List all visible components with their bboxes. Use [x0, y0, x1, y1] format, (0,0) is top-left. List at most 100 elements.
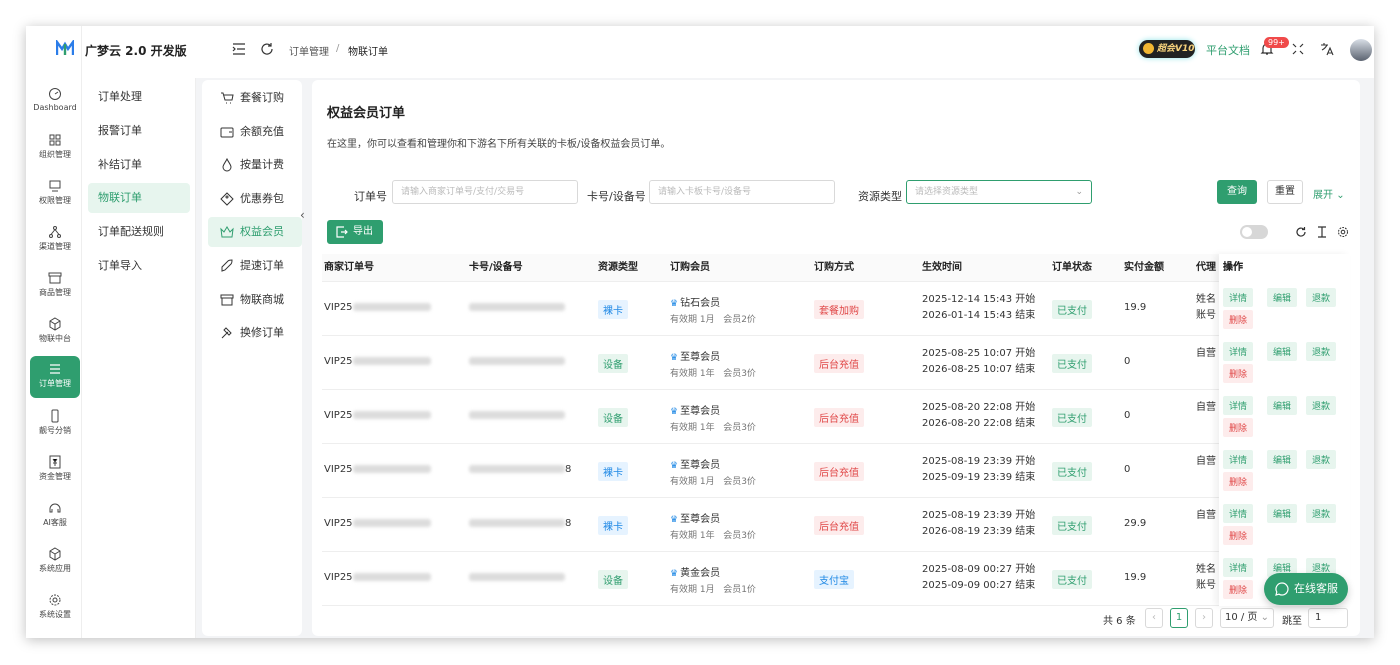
rail-item-2[interactable]: 组织管理: [30, 127, 80, 169]
refund-button[interactable]: 退款: [1306, 450, 1337, 469]
view-toggle-switch[interactable]: [1240, 225, 1268, 239]
page-size-select[interactable]: 10 / 页 ⌄: [1220, 608, 1274, 628]
effective-time-cell: 2025-12-14 15:43 开始 2026-01-14 15:43 结束: [922, 292, 1035, 324]
iot-menu-item-6[interactable]: 提速订单: [208, 251, 302, 281]
gauge-icon: [49, 88, 61, 100]
edit-button[interactable]: 编辑: [1267, 288, 1298, 307]
submenu-item-6[interactable]: 订单导入: [88, 251, 190, 281]
delete-button[interactable]: 删除: [1223, 418, 1254, 437]
edit-button[interactable]: 编辑: [1267, 396, 1298, 415]
user-avatar[interactable]: [1350, 39, 1372, 61]
detail-button[interactable]: 详情: [1223, 396, 1254, 415]
fullscreen-icon[interactable]: [1291, 42, 1305, 56]
agent-line-1: 姓名: [1196, 564, 1216, 575]
detail-button[interactable]: 详情: [1223, 288, 1254, 307]
delete-button[interactable]: 删除: [1223, 310, 1254, 329]
crown-icon: ♛: [670, 461, 679, 471]
card-number-cell: [469, 572, 565, 583]
iot-menu-item-3[interactable]: 按量计费: [208, 150, 302, 180]
iot-menu-item-label: 优惠券包: [240, 191, 284, 205]
rail-item-1[interactable]: Dashboard: [30, 81, 80, 123]
rail-item-3[interactable]: 权限管理: [30, 173, 80, 215]
rail-item-12[interactable]: 系统设置: [30, 587, 80, 629]
rail-item-7[interactable]: 订单管理: [30, 356, 80, 398]
detail-button[interactable]: 详情: [1223, 558, 1254, 577]
rail-item-8[interactable]: 靓号分销: [30, 403, 80, 445]
rail-item-11[interactable]: 系统应用: [30, 541, 80, 583]
menu-fold-icon[interactable]: [232, 42, 246, 56]
column-height-icon[interactable]: [1316, 226, 1328, 238]
member-name: 至尊会员: [680, 352, 721, 363]
edit-button[interactable]: 编辑: [1267, 342, 1298, 361]
refund-button[interactable]: 退款: [1306, 396, 1337, 415]
edit-button[interactable]: 编辑: [1267, 504, 1298, 523]
iot-menu-item-1[interactable]: 套餐订购: [208, 83, 302, 113]
page-number-button[interactable]: 1: [1170, 608, 1188, 628]
refund-button[interactable]: 退款: [1306, 288, 1337, 307]
column-header-3: 资源类型: [598, 262, 638, 273]
resource-type-tag: 设备: [598, 354, 628, 373]
submenu-item-1[interactable]: 订单处理: [88, 82, 190, 112]
jump-page-input[interactable]: 1: [1308, 608, 1348, 628]
refund-button[interactable]: 退款: [1306, 504, 1337, 523]
jump-label: 跳至: [1282, 616, 1302, 627]
iot-menu-item-2[interactable]: 余额充值: [208, 117, 302, 147]
rail-item-4[interactable]: 渠道管理: [30, 219, 80, 261]
detail-button[interactable]: 详情: [1223, 450, 1254, 469]
vip-level-badge[interactable]: 超会V10: [1139, 40, 1195, 58]
refresh-icon[interactable]: [1295, 226, 1307, 238]
agent-line-1: 自营: [1196, 510, 1216, 521]
breadcrumb-parent[interactable]: 订单管理: [289, 43, 329, 58]
next-page-icon[interactable]: ›: [1195, 608, 1213, 628]
member-sub: 有效期 1年 会员3价: [670, 366, 756, 379]
translate-icon[interactable]: [1320, 42, 1334, 56]
rail-item-9[interactable]: 资金管理: [30, 449, 80, 491]
delete-button[interactable]: 删除: [1223, 526, 1254, 545]
submenu-item-4[interactable]: 物联订单: [88, 183, 190, 214]
member-cell: ♛ 钻石会员 有效期 1月 会员2价: [670, 294, 756, 325]
refund-button[interactable]: 退款: [1306, 342, 1337, 361]
member-name: 至尊会员: [680, 514, 721, 525]
detail-button[interactable]: 详情: [1223, 504, 1254, 523]
page-description: 在这里，你可以查看和管理你和下游名下所有关联的卡板/设备权益会员订单。: [327, 139, 671, 150]
submenu-item-3[interactable]: 补结订单: [88, 150, 190, 180]
prev-page-icon[interactable]: ‹: [1145, 608, 1163, 628]
iot-menu-item-4[interactable]: 优惠券包: [208, 184, 302, 214]
submenu-item-5[interactable]: 订单配送规则: [88, 217, 190, 247]
iot-menu-item-8[interactable]: 换修订单: [208, 318, 302, 348]
page-title: 权益会员订单: [327, 106, 406, 121]
rail-item-10[interactable]: AI客服: [30, 495, 80, 537]
detail-button[interactable]: 详情: [1223, 342, 1254, 361]
delete-button[interactable]: 删除: [1223, 472, 1254, 491]
table-settings-icon[interactable]: [1337, 226, 1349, 238]
card-no-input[interactable]: 请输入卡板卡号/设备号: [649, 180, 835, 204]
expand-filters-link[interactable]: 展开 ⌄: [1313, 186, 1345, 201]
submenu-item-2[interactable]: 报警订单: [88, 116, 190, 146]
delete-button[interactable]: 删除: [1223, 580, 1254, 599]
order-no-input[interactable]: 请输入商家订单号/支付/交易号: [392, 180, 578, 204]
refresh-icon[interactable]: [260, 42, 274, 56]
rail-item-5[interactable]: 商品管理: [30, 265, 80, 307]
order-method-tag: 支付宝: [814, 570, 854, 589]
rail-item-label: 物联中台: [39, 334, 71, 343]
amount-cell: 29.9: [1124, 518, 1147, 529]
iot-menu-item-7[interactable]: 物联商城: [208, 285, 302, 315]
redacted-card-id: [469, 519, 565, 527]
edit-button[interactable]: 编辑: [1267, 450, 1298, 469]
chevron-down-icon: ⌄: [1075, 187, 1083, 197]
agent-cell: 姓名 账号: [1196, 562, 1216, 594]
delete-button[interactable]: 删除: [1223, 364, 1254, 383]
iot-menu-item-5[interactable]: 权益会员: [208, 217, 302, 248]
start-time: 2025-08-09 00:27 开始: [922, 564, 1036, 575]
resource-type-select[interactable]: 请选择资源类型 ⌄: [906, 180, 1092, 204]
reset-button[interactable]: 重置: [1267, 180, 1303, 204]
rail-item-6[interactable]: 物联中台: [30, 311, 80, 353]
member-level: 会员1价: [723, 585, 756, 595]
agent-line-2: 账号: [1196, 310, 1216, 321]
rail-item-label: 系统应用: [39, 564, 71, 573]
online-support-button[interactable]: 在线客服: [1264, 573, 1348, 605]
start-time: 2025-08-19 23:39 开始: [922, 456, 1036, 467]
query-button[interactable]: 查询: [1217, 180, 1257, 204]
platform-docs-link[interactable]: 平台文档: [1206, 42, 1250, 58]
export-button[interactable]: 导出: [327, 220, 383, 244]
